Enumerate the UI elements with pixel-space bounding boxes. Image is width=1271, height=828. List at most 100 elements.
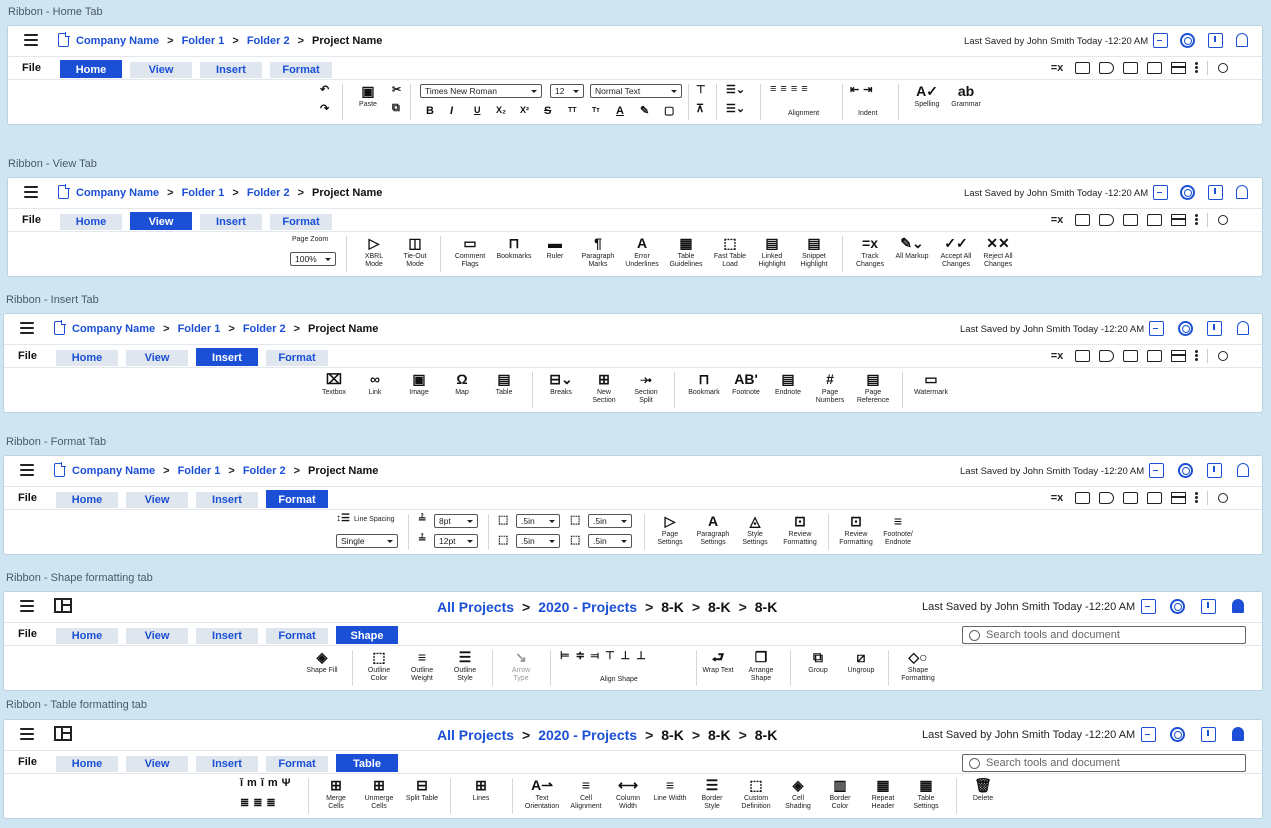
tab-home[interactable]: Home — [56, 628, 118, 644]
tab-insert[interactable]: Insert — [200, 62, 262, 78]
table-button[interactable]: ▤ Table — [488, 371, 520, 397]
tab-shape[interactable]: Shape — [336, 626, 398, 644]
tab-file[interactable]: File — [18, 492, 37, 504]
download-box-icon[interactable] — [1123, 62, 1138, 74]
crumb-folder1[interactable]: Folder 1 — [182, 35, 225, 47]
more-icon[interactable] — [1195, 492, 1198, 504]
page-reference-button[interactable]: ▤ Page Reference — [854, 371, 892, 405]
track-changes-icon[interactable]: =x — [1048, 492, 1066, 504]
download-icon[interactable] — [1201, 727, 1216, 742]
shape-formatting-button[interactable]: ◇○ Shape Formatting — [896, 649, 940, 683]
crumb-folder1[interactable]: Folder 1 — [178, 465, 221, 477]
all-markup-button[interactable]: ✎⌄ All Markup — [892, 235, 932, 261]
caps-button[interactable]: TT — [568, 107, 577, 114]
menu-icon[interactable] — [24, 34, 38, 46]
menu-icon[interactable] — [20, 464, 34, 476]
table-icon[interactable] — [1171, 214, 1186, 226]
copy-icon[interactable] — [1075, 350, 1090, 362]
tab-format[interactable]: Format — [270, 62, 332, 78]
table-settings-button[interactable]: ▦ Table Settings — [906, 777, 946, 811]
spelling-button[interactable]: A✓ Spelling — [910, 83, 944, 109]
track-changes-icon[interactable]: =x — [1048, 350, 1066, 362]
text-orientation-button[interactable]: A⇀ Text Orientation — [518, 777, 566, 811]
search-icon[interactable] — [1218, 351, 1228, 361]
more-icon[interactable] — [1195, 214, 1198, 226]
table-icon[interactable] — [1171, 350, 1186, 362]
tag-icon[interactable] — [1099, 62, 1114, 74]
bookmark-button[interactable]: ⊓ Bookmark — [684, 371, 724, 397]
undo-icon[interactable]: ↶ — [320, 83, 329, 96]
cell-shading-button[interactable]: ◈ Cell Shading — [780, 777, 816, 811]
tag-icon[interactable] — [1099, 214, 1114, 226]
error-underlines-button[interactable]: A Error Underlines — [622, 235, 662, 269]
download-icon[interactable] — [1207, 463, 1222, 478]
track-changes-icon[interactable]: =x — [1048, 214, 1066, 226]
comment-icon[interactable] — [1147, 214, 1162, 226]
crumb-folder1[interactable]: Folder 1 — [182, 187, 225, 199]
help-icon[interactable] — [1178, 321, 1193, 336]
underline-button[interactable]: U — [474, 105, 481, 115]
download-box-icon[interactable] — [1123, 350, 1138, 362]
font-color-button[interactable]: A — [616, 105, 624, 117]
present-icon[interactable] — [1149, 321, 1164, 336]
menu-icon[interactable] — [24, 186, 38, 198]
more-icon[interactable] — [1195, 62, 1198, 74]
crumb-8k-1[interactable]: 8-K — [661, 599, 684, 615]
bell-icon[interactable] — [1232, 727, 1244, 741]
bold-button[interactable]: B — [426, 105, 434, 117]
ruler-button[interactable]: ▬ Ruler — [540, 235, 570, 261]
tab-file[interactable]: File — [22, 214, 41, 226]
arrange-shape-button[interactable]: ❐ Arrange Shape — [742, 649, 780, 683]
bookmarks-button[interactable]: ⊓ Bookmarks — [494, 235, 534, 261]
crumb-folder2[interactable]: Folder 2 — [247, 35, 290, 47]
crumb-company[interactable]: Company Name — [72, 323, 155, 335]
crumb-folder2[interactable]: Folder 2 — [243, 323, 286, 335]
menu-icon[interactable] — [20, 728, 34, 740]
margin-left-select[interactable]: .5in — [588, 514, 632, 528]
small-caps-button[interactable]: Tт — [592, 107, 600, 114]
split-table-button[interactable]: ⊟ Split Table — [404, 777, 440, 803]
help-icon[interactable] — [1170, 599, 1185, 614]
tab-format[interactable]: Format — [266, 628, 328, 644]
repeat-header-button[interactable]: ▦ Repeat Header — [864, 777, 902, 811]
fast-table-load-button[interactable]: ⬚ Fast Table Load — [710, 235, 750, 269]
help-icon[interactable] — [1180, 185, 1195, 200]
link-button[interactable]: ∞ Link — [360, 371, 390, 397]
tab-insert[interactable]: Insert — [196, 492, 258, 508]
paragraph-marks-button[interactable]: ¶ Paragraph Marks — [578, 235, 618, 269]
xbrl-mode-button[interactable]: ▷ XBRL Mode — [358, 235, 390, 269]
margin-bottom-select[interactable]: .5in — [516, 534, 560, 548]
crumb-company[interactable]: Company Name — [76, 35, 159, 47]
delete-button[interactable]: 🗑 Delete — [966, 777, 1000, 803]
present-icon[interactable] — [1141, 727, 1156, 742]
search-icon[interactable] — [1218, 215, 1228, 225]
tag-icon[interactable] — [1099, 350, 1114, 362]
tie-out-mode-button[interactable]: ◫ Tie-Out Mode — [398, 235, 432, 269]
insert-cols-icons[interactable]: ≣≣≣ — [240, 796, 280, 809]
paragraph-settings-button[interactable]: A Paragraph Settings — [692, 513, 734, 547]
table-guidelines-button[interactable]: ▦ Table Guidelines — [666, 235, 706, 269]
present-icon[interactable] — [1141, 599, 1156, 614]
size-select[interactable]: 12 — [550, 84, 584, 98]
crumb-8k-1[interactable]: 8-K — [661, 727, 684, 743]
font-select[interactable]: Times New Roman — [420, 84, 542, 98]
dashboard-icon[interactable] — [54, 598, 72, 613]
wrap-text-button[interactable]: ⮐ Wrap Text — [700, 649, 736, 675]
download-box-icon[interactable] — [1123, 214, 1138, 226]
track-changes-icon[interactable]: =x — [1048, 62, 1066, 74]
tag-icon[interactable] — [1099, 492, 1114, 504]
crumb-all-projects[interactable]: All Projects — [437, 727, 514, 743]
tab-view[interactable]: View — [130, 212, 192, 230]
tab-format[interactable]: Format — [266, 490, 328, 508]
breaks-button[interactable]: ⊟⌄ Breaks — [542, 371, 580, 397]
review-formatting-button[interactable]: ⊡ Review Formatting — [778, 513, 822, 547]
cell-alignment-button[interactable]: ≡ Cell Alignment — [566, 777, 606, 811]
outline-color-button[interactable]: ⬚ Outline Color — [362, 649, 396, 683]
crumb-folder2[interactable]: Folder 2 — [243, 465, 286, 477]
bell-icon[interactable] — [1236, 33, 1248, 47]
comment-icon[interactable] — [1147, 350, 1162, 362]
more-icon[interactable] — [1195, 350, 1198, 362]
tab-insert[interactable]: Insert — [196, 628, 258, 644]
page-settings-button[interactable]: ▷ Page Settings — [652, 513, 688, 547]
table-icon[interactable] — [1171, 492, 1186, 504]
